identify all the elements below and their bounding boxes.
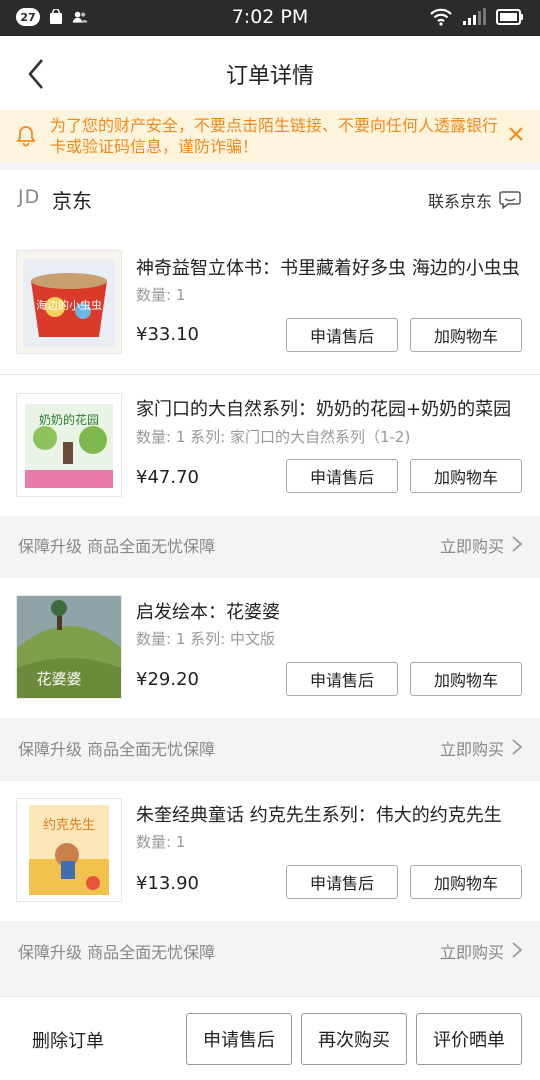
guarantee-upgrade-row[interactable]: 保障升级 商品全面无忧保障 立即购买 (0, 517, 540, 571)
status-bar: 27 7:02 PM (0, 0, 540, 36)
chevron-right-icon (510, 738, 524, 756)
product-name[interactable]: 神奇益智立体书：书里藏着好多虫 海边的小虫虫 (136, 254, 520, 280)
product-name[interactable]: 家门口的大自然系列：奶奶的花园+奶奶的菜园 (136, 395, 520, 421)
add-to-cart-button[interactable]: 加购物车 (410, 459, 522, 493)
buy-again-button[interactable]: 再次购买 (301, 1013, 407, 1065)
product-thumbnail[interactable]: 花婆婆 (16, 595, 122, 699)
order-item[interactable]: 海边的小虫虫 神奇益智立体书：书里藏着好多虫 海边的小虫虫 数量: 1 ¥33.… (0, 228, 540, 374)
jd-logo: JD (18, 186, 41, 208)
shop-header: JD 京东 联系京东 (0, 170, 540, 228)
product-price: ¥47.70 (136, 467, 199, 488)
bottom-action-bar: 删除订单 申请售后 再次购买 评价晒单 (0, 996, 540, 1080)
chevron-right-icon (510, 535, 524, 553)
signal-icon (462, 8, 486, 30)
order-item[interactable]: 花婆婆 启发绘本：花婆婆 数量: 1 系列: 中文版 ¥29.20 申请售后 加… (0, 578, 540, 718)
guarantee-text: 保障升级 商品全面无忧保障 (18, 740, 216, 759)
security-warning-banner: 为了您的财产安全，不要点击陌生链接、不要向任何人透露银行卡或验证码信息，谨防诈骗… (0, 110, 540, 162)
warning-text: 为了您的财产安全，不要点击陌生链接、不要向任何人透露银行卡或验证码信息，谨防诈骗… (50, 116, 499, 156)
cover-title: 海边的小虫虫 (36, 298, 102, 312)
cover-title: 奶奶的花园 (39, 412, 99, 427)
product-quantity: 数量: 1 (136, 286, 186, 304)
close-warning-button[interactable] (506, 124, 526, 144)
product-price: ¥33.10 (136, 324, 199, 345)
apply-after-sale-button[interactable]: 申请售后 (286, 318, 398, 352)
apply-after-sale-button[interactable]: 申请售后 (186, 1013, 292, 1065)
buy-now-link[interactable]: 立即购买 (440, 533, 504, 557)
guarantee-upgrade-row[interactable]: 保障升级 商品全面无忧保障 立即购买 (0, 923, 540, 977)
apply-after-sale-button[interactable]: 申请售后 (286, 459, 398, 493)
cover-title: 花婆婆 (36, 670, 81, 688)
apply-after-sale-button[interactable]: 申请售后 (286, 662, 398, 696)
add-to-cart-button[interactable]: 加购物车 (410, 318, 522, 352)
product-thumbnail[interactable]: 海边的小虫虫 (16, 250, 122, 354)
product-quantity: 数量: 1 系列: 中文版 (136, 630, 275, 648)
product-quantity: 数量: 1 系列: 家门口的大自然系列（1-2) (136, 428, 411, 446)
product-thumbnail[interactable]: 奶奶的花园 (16, 393, 122, 497)
bell-icon (14, 124, 38, 148)
battery-icon (496, 8, 524, 30)
contact-shop-link[interactable]: 联系京东 (428, 188, 492, 212)
buy-now-link[interactable]: 立即购买 (440, 939, 504, 963)
shop-name[interactable]: 京东 (52, 185, 92, 214)
close-icon (509, 127, 523, 141)
product-price: ¥13.90 (136, 873, 199, 894)
chat-icon[interactable] (498, 187, 522, 211)
product-thumbnail[interactable]: 约克先生 (16, 798, 122, 902)
add-to-cart-button[interactable]: 加购物车 (410, 865, 522, 899)
buy-now-link[interactable]: 立即购买 (440, 736, 504, 760)
chevron-right-icon (510, 941, 524, 959)
guarantee-text: 保障升级 商品全面无忧保障 (18, 943, 216, 962)
navigation-bar: 订单详情 (0, 36, 540, 110)
guarantee-upgrade-row[interactable]: 保障升级 商品全面无忧保障 立即购买 (0, 720, 540, 774)
product-name[interactable]: 启发绘本：花婆婆 (136, 598, 520, 624)
wifi-icon (430, 8, 452, 30)
review-button[interactable]: 评价晒单 (416, 1013, 522, 1065)
order-item[interactable]: 奶奶的花园 家门口的大自然系列：奶奶的花园+奶奶的菜园 数量: 1 系列: 家门… (0, 375, 540, 516)
cover-title: 约克先生 (43, 818, 95, 833)
order-item[interactable]: 约克先生 朱奎经典童话 约克先生系列：伟大的约克先生 数量: 1 ¥13.90 … (0, 781, 540, 921)
apply-after-sale-button[interactable]: 申请售后 (286, 865, 398, 899)
product-price: ¥29.20 (136, 669, 199, 690)
page-title: 订单详情 (225, 64, 314, 89)
product-quantity: 数量: 1 (136, 833, 186, 851)
product-name[interactable]: 朱奎经典童话 约克先生系列：伟大的约克先生 (136, 801, 520, 827)
add-to-cart-button[interactable]: 加购物车 (410, 662, 522, 696)
delete-order-button[interactable]: 删除订单 (32, 1027, 104, 1053)
guarantee-text: 保障升级 商品全面无忧保障 (18, 537, 216, 556)
